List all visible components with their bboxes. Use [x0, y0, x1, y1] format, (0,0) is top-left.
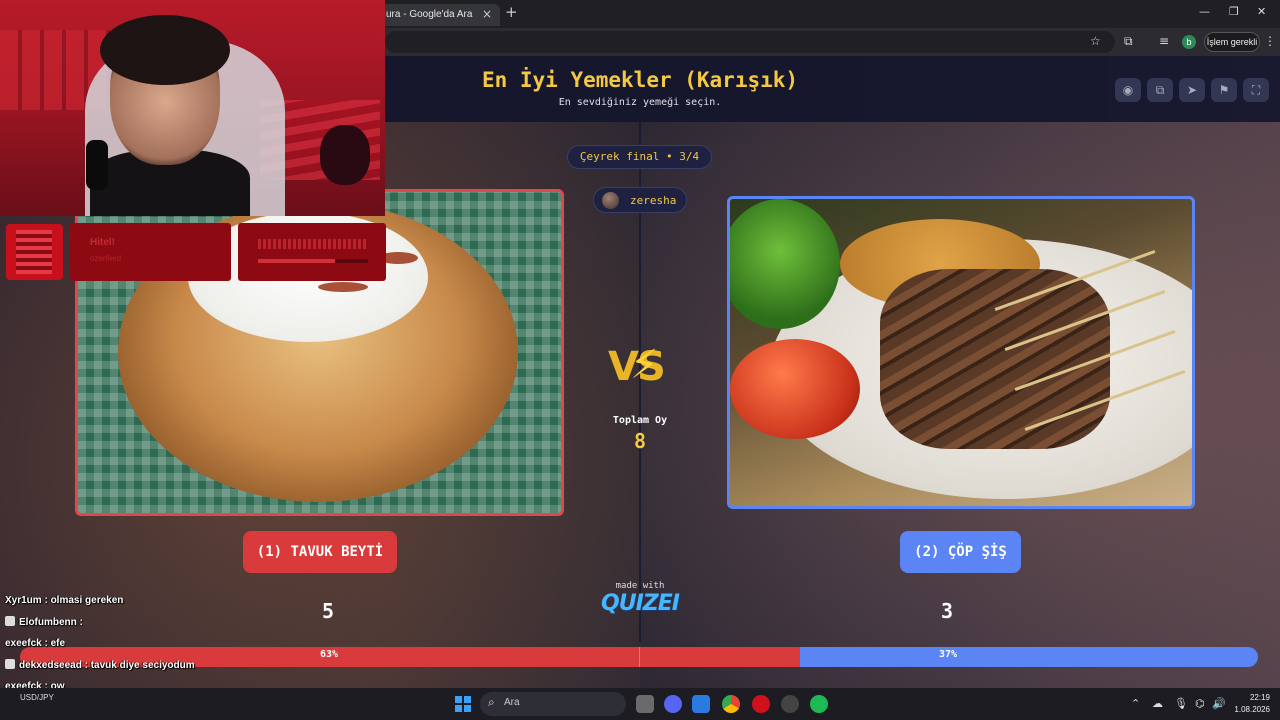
- tomato-shape: [730, 339, 860, 439]
- lightning-icon: ⚡: [630, 342, 659, 388]
- creator-name: zeresha: [630, 194, 677, 207]
- chat-text: dekxedseead : tavuk diye seciyodum: [19, 660, 195, 671]
- cam-plush-toy: [320, 125, 370, 185]
- vote-right-button[interactable]: (2) ÇÖP ŞİŞ: [900, 531, 1021, 573]
- extensions-icon[interactable]: ⧉: [1124, 34, 1133, 49]
- chat-message: Xyr1um : olmasi gereken: [5, 595, 123, 606]
- address-bar[interactable]: [385, 31, 1115, 53]
- right-vote-bar: [799, 647, 1258, 667]
- stream-logo-mark: [16, 230, 52, 274]
- left-percent-label: 63%: [320, 649, 339, 660]
- chat-text: Elofumbenn :: [19, 617, 83, 628]
- store-app-icon[interactable]: [692, 695, 710, 713]
- stream-widget-music: [238, 223, 386, 281]
- windows-taskbar: USD/JPY ⌕ Ara ⌃ ☁ 🎙 ⌬ 🔊 22:19 1.08.2026: [0, 688, 1280, 720]
- chrome-app-icon[interactable]: [722, 695, 740, 713]
- creator-chip[interactable]: zeresha: [593, 187, 687, 213]
- right-percent-label: 37%: [939, 649, 958, 660]
- chat-text: Xyr1um : olmasi gereken: [5, 595, 124, 606]
- chat-text: exeefck : efe: [5, 638, 66, 649]
- widget-sub: ozerfeed: [90, 254, 122, 263]
- profile-avatar[interactable]: b: [1182, 35, 1196, 49]
- fullscreen-icon[interactable]: ⛶: [1243, 78, 1269, 102]
- music-progress-fill: [258, 259, 335, 263]
- clock-time: 22:19: [1249, 693, 1270, 702]
- menu-icon[interactable]: ⋮: [1264, 34, 1276, 48]
- eye-icon[interactable]: ◉: [1115, 78, 1141, 102]
- flag-icon[interactable]: ⚑: [1211, 78, 1237, 102]
- round-badge: Çeyrek final • 3/4: [567, 145, 712, 169]
- chat-message: exeefck : efe: [5, 638, 65, 649]
- microphone-icon[interactable]: 🎙: [1174, 697, 1188, 710]
- vs-icon: VS ⚡: [608, 342, 672, 400]
- clock[interactable]: 22:19 1.08.2026: [1226, 692, 1270, 716]
- total-votes-value: 8: [633, 429, 647, 453]
- sauce-drizzle: [318, 282, 368, 292]
- tab-close-icon[interactable]: ×: [482, 4, 496, 24]
- right-vote-count: 3: [941, 599, 954, 623]
- cam-microphone: [86, 140, 108, 190]
- search-icon: ⌕: [488, 695, 495, 709]
- windows-start-icon[interactable]: [455, 696, 471, 712]
- volume-icon[interactable]: 🔊: [1212, 697, 1226, 710]
- copy-icon[interactable]: ⧉: [1147, 78, 1173, 102]
- new-tab-button[interactable]: +: [505, 3, 518, 21]
- kebab-meat-shape: [880, 269, 1110, 449]
- creator-avatar: [602, 192, 619, 209]
- discord-app-icon[interactable]: [664, 695, 682, 713]
- clock-date: 1.08.2026: [1234, 705, 1270, 714]
- minimize-icon[interactable]: —: [1199, 5, 1210, 18]
- tray-chevron-icon[interactable]: ⌃: [1131, 697, 1140, 710]
- chat-message: dekxedseead : tavuk diye seciyodum: [5, 659, 195, 671]
- send-icon[interactable]: ➤: [1179, 78, 1205, 102]
- quizei-logo[interactable]: QUIZEI: [590, 591, 690, 616]
- audio-bars-icon: [258, 239, 368, 249]
- webcam-overlay: [0, 0, 385, 216]
- chat-badge-icon: [5, 659, 15, 669]
- stream-logo: [6, 224, 63, 280]
- onedrive-icon[interactable]: ☁: [1152, 697, 1163, 710]
- files-app-icon[interactable]: [636, 695, 654, 713]
- network-icon[interactable]: ⌬: [1195, 697, 1205, 710]
- red-app-icon[interactable]: [752, 695, 770, 713]
- chat-badge-icon: [5, 616, 15, 626]
- food-image-right[interactable]: [727, 196, 1195, 509]
- action-required-button[interactable]: İşlem gerekli: [1204, 32, 1260, 52]
- restore-icon[interactable]: ❐: [1229, 5, 1239, 18]
- total-votes-label: Toplam Oy: [612, 415, 668, 426]
- music-progress: [258, 259, 368, 263]
- vote-left-button[interactable]: (1) TAVUK BEYTİ: [243, 531, 397, 573]
- star-icon[interactable]: ☆: [1090, 34, 1101, 48]
- close-window-icon[interactable]: ✕: [1257, 5, 1266, 18]
- spotify-app-icon[interactable]: [810, 695, 828, 713]
- chat-message: Elofumbenn :: [5, 616, 83, 628]
- bar-center-marker: [639, 647, 640, 667]
- left-vote-count: 5: [322, 599, 335, 623]
- media-icon[interactable]: ≡: [1159, 34, 1169, 48]
- stream-widget-follower: Hitel! ozerfeed: [70, 223, 231, 281]
- made-with-label: made with: [615, 581, 665, 591]
- cam-hair: [100, 15, 230, 85]
- ticker-widget[interactable]: USD/JPY: [20, 693, 54, 702]
- widget-name: Hitel!: [90, 237, 115, 248]
- search-placeholder: Ara: [504, 697, 520, 708]
- taskbar-search[interactable]: ⌕ Ara: [480, 692, 626, 716]
- settings-app-icon[interactable]: [781, 695, 799, 713]
